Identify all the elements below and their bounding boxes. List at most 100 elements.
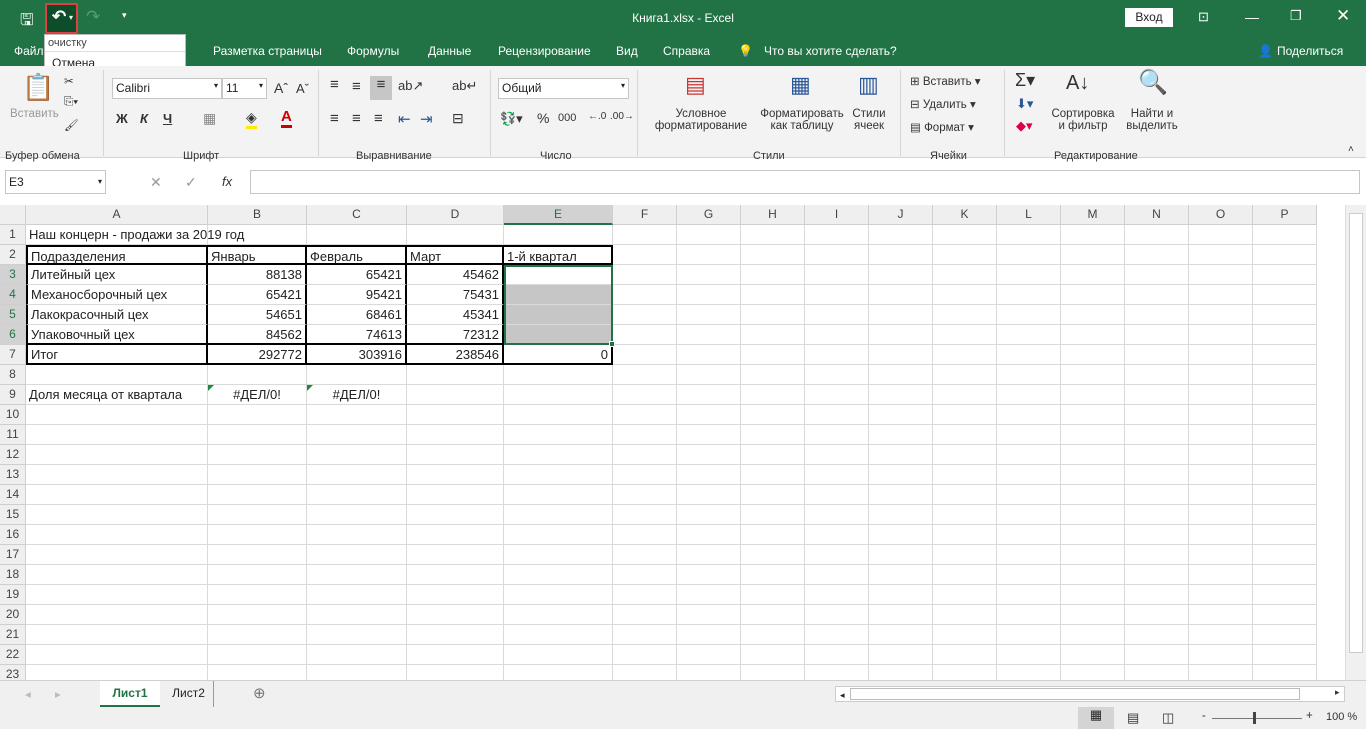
insert-function-button[interactable]: fx — [222, 174, 232, 189]
cell-F15[interactable] — [613, 505, 677, 525]
close-icon[interactable]: ✕ — [1336, 6, 1350, 26]
cell-P18[interactable] — [1253, 565, 1317, 585]
cell-J2[interactable] — [869, 245, 933, 265]
cell-J23[interactable] — [869, 665, 933, 680]
cell-A13[interactable] — [26, 465, 208, 485]
cell-K5[interactable] — [933, 305, 997, 325]
align-right-icon[interactable]: ≡ — [374, 110, 383, 127]
cell-P8[interactable] — [1253, 365, 1317, 385]
cell-L16[interactable] — [997, 525, 1061, 545]
decrease-indent-icon[interactable]: ⇤ — [398, 110, 411, 128]
cell-A20[interactable] — [26, 605, 208, 625]
column-header-H[interactable]: H — [741, 205, 805, 225]
cell-N2[interactable] — [1125, 245, 1189, 265]
cell-B14[interactable] — [208, 485, 307, 505]
cell-A6[interactable]: Упаковочный цех — [26, 325, 208, 345]
align-center-icon[interactable]: ≡ — [352, 110, 361, 127]
cell-H2[interactable] — [741, 245, 805, 265]
cell-E18[interactable] — [504, 565, 613, 585]
cell-A17[interactable] — [26, 545, 208, 565]
cell-B18[interactable] — [208, 565, 307, 585]
cell-P15[interactable] — [1253, 505, 1317, 525]
cell-J13[interactable] — [869, 465, 933, 485]
merge-icon[interactable]: ⊟ — [452, 110, 464, 127]
cell-B9[interactable]: #ДЕЛ/0! — [208, 385, 307, 405]
cell-I5[interactable] — [805, 305, 869, 325]
cell-N16[interactable] — [1125, 525, 1189, 545]
cell-K2[interactable] — [933, 245, 997, 265]
cell-I11[interactable] — [805, 425, 869, 445]
cell-C3[interactable]: 65421 — [307, 265, 407, 285]
cell-B2[interactable]: Январь — [208, 245, 307, 265]
cell-L17[interactable] — [997, 545, 1061, 565]
cell-O2[interactable] — [1189, 245, 1253, 265]
cell-K15[interactable] — [933, 505, 997, 525]
paste-button[interactable]: Вставить — [10, 108, 59, 120]
vertical-scroll-thumb[interactable] — [1349, 213, 1363, 653]
cell-N7[interactable] — [1125, 345, 1189, 365]
cell-K11[interactable] — [933, 425, 997, 445]
row-header-1[interactable]: 1 — [0, 225, 26, 245]
cell-K9[interactable] — [933, 385, 997, 405]
cell-A15[interactable] — [26, 505, 208, 525]
prev-sheet-icon[interactable]: ◂ — [25, 687, 31, 701]
align-left-icon[interactable]: ≡ — [330, 110, 339, 127]
row-header-8[interactable]: 8 — [0, 365, 26, 385]
cell-A8[interactable] — [26, 365, 208, 385]
cell-L19[interactable] — [997, 585, 1061, 605]
cell-E14[interactable] — [504, 485, 613, 505]
cell-K3[interactable] — [933, 265, 997, 285]
ribbon-display-icon[interactable]: ⊡ — [1198, 9, 1209, 25]
cell-H20[interactable] — [741, 605, 805, 625]
cell-N4[interactable] — [1125, 285, 1189, 305]
cell-M7[interactable] — [1061, 345, 1125, 365]
cell-I17[interactable] — [805, 545, 869, 565]
cell-K4[interactable] — [933, 285, 997, 305]
cell-L20[interactable] — [997, 605, 1061, 625]
cell-M9[interactable] — [1061, 385, 1125, 405]
row-header-11[interactable]: 11 — [0, 425, 26, 445]
cell-G20[interactable] — [677, 605, 741, 625]
cell-F22[interactable] — [613, 645, 677, 665]
row-header-7[interactable]: 7 — [0, 345, 26, 365]
cell-C18[interactable] — [307, 565, 407, 585]
increase-indent-icon[interactable]: ⇥ — [420, 110, 433, 128]
cell-E23[interactable] — [504, 665, 613, 680]
cell-D3[interactable]: 45462 — [407, 265, 504, 285]
cell-N20[interactable] — [1125, 605, 1189, 625]
cell-G21[interactable] — [677, 625, 741, 645]
cell-B23[interactable] — [208, 665, 307, 680]
cell-K1[interactable] — [933, 225, 997, 245]
row-header-9[interactable]: 9 — [0, 385, 26, 405]
cell-H3[interactable] — [741, 265, 805, 285]
cell-N13[interactable] — [1125, 465, 1189, 485]
underline-button[interactable]: Ч — [163, 111, 172, 126]
cell-O16[interactable] — [1189, 525, 1253, 545]
find-select-button[interactable]: Найти и выделить — [1120, 108, 1184, 132]
cell-B15[interactable] — [208, 505, 307, 525]
fill-icon[interactable]: ⬇▾ — [1016, 96, 1033, 112]
cell-O17[interactable] — [1189, 545, 1253, 565]
cell-F23[interactable] — [613, 665, 677, 680]
cell-O21[interactable] — [1189, 625, 1253, 645]
cell-D13[interactable] — [407, 465, 504, 485]
cell-C5[interactable]: 68461 — [307, 305, 407, 325]
cell-G5[interactable] — [677, 305, 741, 325]
cell-K12[interactable] — [933, 445, 997, 465]
cell-K6[interactable] — [933, 325, 997, 345]
column-header-P[interactable]: P — [1253, 205, 1317, 225]
cell-J21[interactable] — [869, 625, 933, 645]
fill-handle[interactable] — [609, 341, 615, 347]
cell-E21[interactable] — [504, 625, 613, 645]
cell-M2[interactable] — [1061, 245, 1125, 265]
cell-E1[interactable] — [504, 225, 613, 245]
cell-F2[interactable] — [613, 245, 677, 265]
login-button[interactable]: Вход — [1125, 8, 1173, 27]
scroll-right-icon[interactable]: ▸ — [1335, 687, 1340, 698]
cell-G1[interactable] — [677, 225, 741, 245]
cell-B17[interactable] — [208, 545, 307, 565]
cell-A4[interactable]: Механосборочный цех — [26, 285, 208, 305]
cell-J12[interactable] — [869, 445, 933, 465]
cell-K19[interactable] — [933, 585, 997, 605]
cell-G22[interactable] — [677, 645, 741, 665]
